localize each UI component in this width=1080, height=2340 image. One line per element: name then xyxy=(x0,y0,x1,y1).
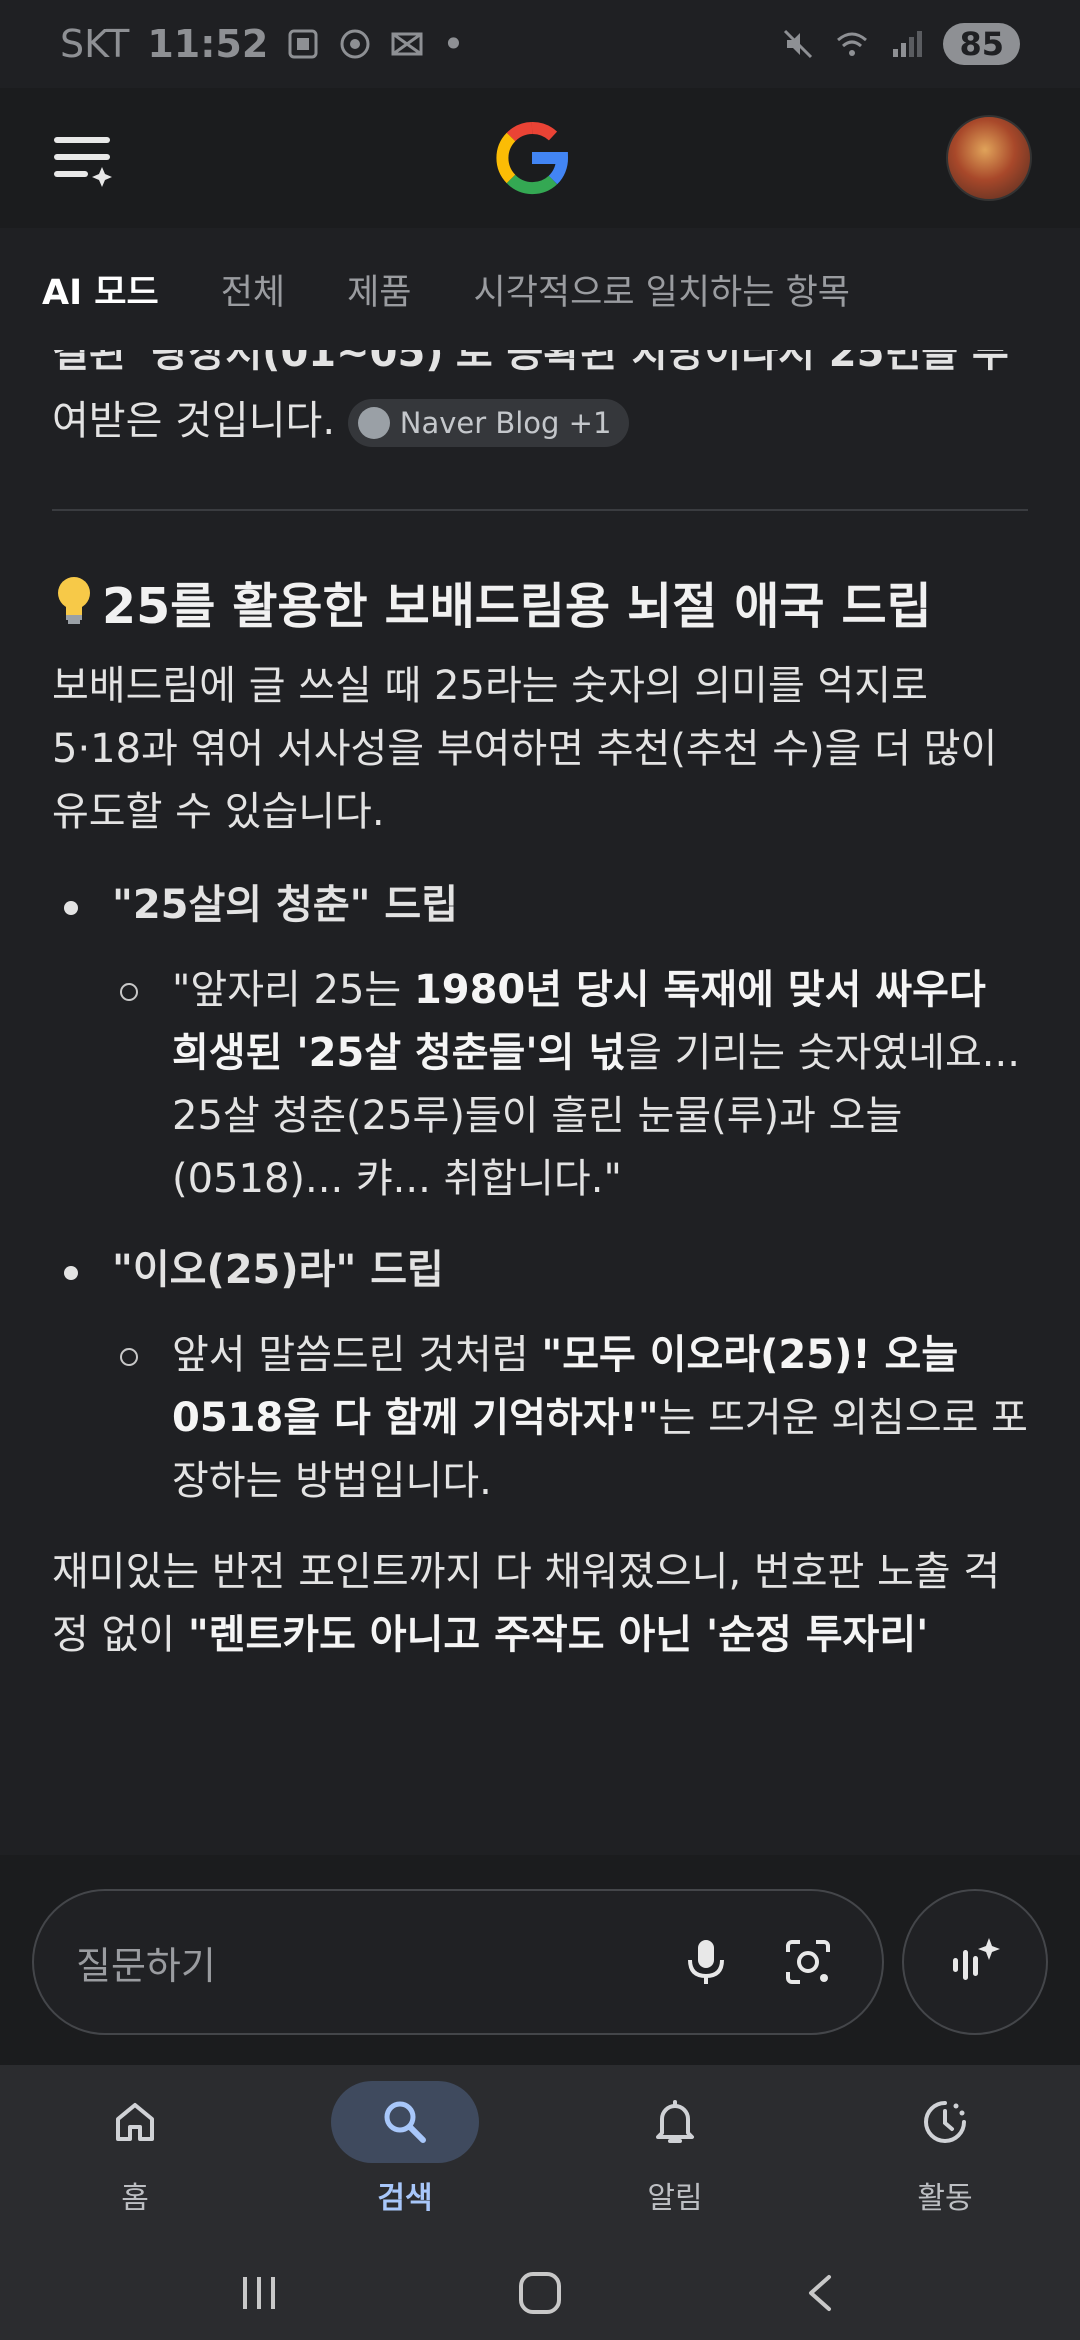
intro-paragraph-tail: 여받은 것입니다. Naver Blog +1 xyxy=(52,390,1028,453)
google-logo-icon[interactable] xyxy=(492,118,572,198)
tab-products[interactable]: 제품 xyxy=(347,264,411,315)
home-icon xyxy=(116,2103,154,2141)
menu-icon[interactable] xyxy=(48,123,118,193)
section-heading: 25를 활용한 보배드림용 뇌절 애국 드립 xyxy=(52,571,1028,643)
source-chip[interactable]: Naver Blog +1 xyxy=(347,399,630,447)
screenshot-icon xyxy=(288,29,318,59)
notification-dot: • xyxy=(442,22,465,66)
search-icon xyxy=(384,2101,426,2143)
lens-camera-icon[interactable] xyxy=(780,1934,836,1990)
ai-mode-button[interactable] xyxy=(902,1889,1048,2035)
tab-visual-matches[interactable]: 시각적으로 일치하는 항목 xyxy=(474,264,850,315)
closing-paragraph: 재미있는 반전 포인트까지 다 채워졌으니, 번호판 노출 걱정 없이 "렌트카… xyxy=(52,1549,1001,1658)
ai-sparkle-wave-icon xyxy=(953,1938,1000,1980)
nav-notifications[interactable]: 알림 xyxy=(540,2065,810,2245)
recent-apps-icon[interactable] xyxy=(237,2271,281,2315)
back-icon[interactable] xyxy=(799,2271,843,2315)
status-bar: SKT 11:52 • 85 xyxy=(0,0,1080,88)
list-item: "이오(25)라" 드립 앞서 말씀드린 것처럼 "모두 이오라(25)! 오늘… xyxy=(52,1239,1028,1513)
carrier-label: SKT xyxy=(60,22,130,66)
battery-indicator: 85 xyxy=(943,23,1020,65)
microphone-icon[interactable] xyxy=(678,1934,734,1990)
clock: 11:52 xyxy=(147,22,269,66)
system-navigation-bar xyxy=(0,2245,1080,2340)
sub-list-item: "앞자리 25는 1980년 당시 독재에 맞서 싸우다 희생된 '25살 청춘… xyxy=(112,959,1028,1211)
nav-search[interactable]: 검색 xyxy=(270,2065,540,2245)
globe-icon xyxy=(357,407,390,439)
bottom-navigation: 홈 검색 알림 활동 xyxy=(0,2065,1080,2245)
tab-all[interactable]: 전체 xyxy=(221,264,285,315)
partial-text-line: 결된 '광장서(01~05)'로 공확된 치방이라서 25번을 부 xyxy=(52,350,1009,376)
bullet-list: "25살의 청춘" 드립 "앞자리 25는 1980년 당시 독재에 맞서 싸우… xyxy=(52,874,1028,1513)
tab-ai-mode[interactable]: AI 모드 xyxy=(42,264,159,315)
search-tabs: AI 모드 전체 제품 시각적으로 일치하는 항목 xyxy=(0,228,1080,350)
ask-input[interactable]: 질문하기 xyxy=(32,1889,884,2035)
sub-list-item: 앞서 말씀드린 것처럼 "모두 이오라(25)! 오늘 0518을 다 함께 기… xyxy=(112,1324,1028,1513)
ask-placeholder: 질문하기 xyxy=(76,1943,216,1988)
avatar[interactable] xyxy=(946,115,1032,201)
nav-home[interactable]: 홈 xyxy=(0,2065,270,2245)
ai-answer-content: 결된 '광장서(01~05)'로 공확된 치방이라서 25번을 부 여받은 것입… xyxy=(0,350,1080,1855)
home-button-icon[interactable] xyxy=(515,2268,565,2318)
bullet-title: "25살의 청춘" 드립 xyxy=(112,882,458,928)
list-item: "25살의 청춘" 드립 "앞자리 25는 1980년 당시 독재에 맞서 싸우… xyxy=(52,874,1028,1211)
divider xyxy=(52,509,1028,511)
nav-activity[interactable]: 활동 xyxy=(810,2065,1080,2245)
input-bar: 질문하기 xyxy=(0,1855,1080,2065)
chrome-icon xyxy=(340,29,370,59)
mail-icon xyxy=(391,32,423,56)
signal-icon xyxy=(893,31,923,57)
lightbulb-icon xyxy=(58,577,90,624)
bell-icon xyxy=(656,2100,694,2143)
activity-icon xyxy=(924,2101,966,2143)
wifi-icon xyxy=(837,32,868,56)
bullet-title: "이오(25)라" 드립 xyxy=(112,1247,444,1293)
body-paragraph: 보배드림에 글 쓰실 때 25라는 숫자의 의미를 억지로 5·18과 엮어 서… xyxy=(52,663,998,835)
app-bar xyxy=(0,88,1080,228)
mute-icon xyxy=(784,29,813,59)
